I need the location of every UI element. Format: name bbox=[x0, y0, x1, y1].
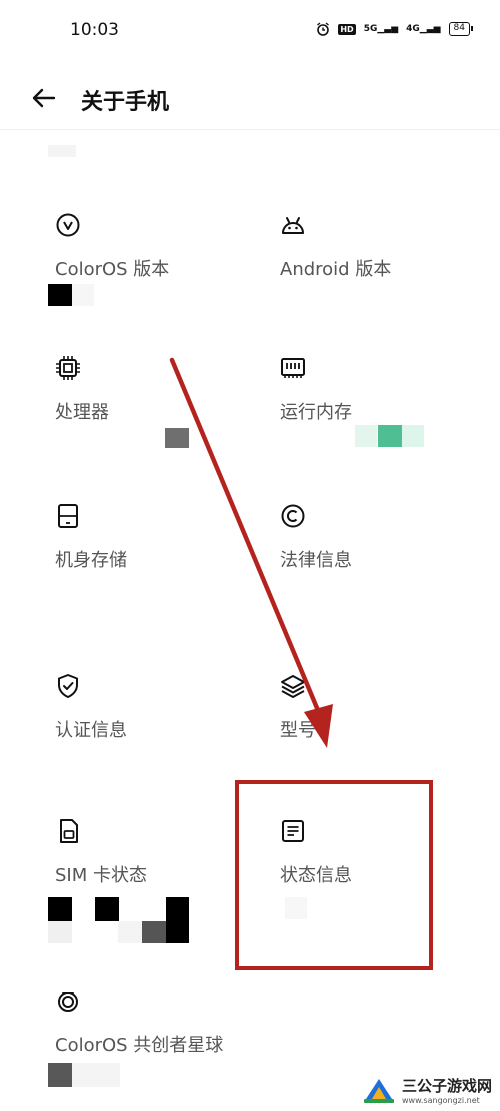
tile-label: SIM 卡状态 bbox=[55, 865, 147, 886]
status-icons: HD 5G▁▃▅ 4G▁▃▅ 84 bbox=[316, 22, 474, 36]
tile-label: 机身存储 bbox=[55, 550, 127, 571]
v-circle-icon bbox=[56, 213, 80, 237]
redacted-value bbox=[48, 284, 72, 306]
tile-legal[interactable]: 法律信息 bbox=[280, 503, 480, 572]
tile-label: 型号 bbox=[280, 720, 316, 741]
redacted-value bbox=[72, 1063, 120, 1087]
copyright-icon bbox=[281, 504, 305, 528]
watermark-logo-icon bbox=[363, 1079, 394, 1103]
planet-icon bbox=[58, 992, 78, 1012]
tile-label: 运行内存 bbox=[280, 402, 352, 423]
redacted-value bbox=[48, 897, 72, 921]
layers-icon bbox=[281, 675, 305, 698]
tile-sim-status[interactable]: SIM 卡状态 bbox=[55, 818, 255, 887]
signal-4g-icon: 4G▁▃▅ bbox=[406, 24, 441, 34]
tile-coloros-version[interactable]: ColorOS 版本 bbox=[55, 212, 255, 281]
watermark-title: 三公子游戏网 bbox=[401, 1077, 492, 1095]
status-time: 10:03 bbox=[70, 20, 119, 40]
status-bar: 10:03 HD 5G▁▃▅ 4G▁▃▅ 84 bbox=[0, 0, 500, 62]
sim-card-icon bbox=[60, 819, 78, 843]
redacted-value bbox=[48, 921, 72, 943]
hd-icon: HD bbox=[338, 23, 356, 35]
storage-icon bbox=[58, 504, 78, 528]
tile-label: 处理器 bbox=[55, 402, 109, 423]
app-header: 关于手机 bbox=[0, 70, 500, 130]
tile-coloros-cocreate[interactable]: ColorOS 共创者星球 bbox=[55, 988, 315, 1057]
redacted-value bbox=[378, 425, 402, 447]
redacted-value bbox=[142, 921, 166, 943]
alarm-icon bbox=[317, 22, 330, 36]
memory-icon bbox=[281, 358, 305, 378]
tile-label: ColorOS 版本 bbox=[55, 259, 170, 280]
tile-label: 认证信息 bbox=[55, 720, 127, 741]
watermark-url: www.sangongzi.net bbox=[401, 1096, 480, 1105]
tile-storage[interactable]: 机身存储 bbox=[55, 503, 255, 572]
signal-5g-icon: 5G▁▃▅ bbox=[363, 24, 399, 34]
back-arrow-icon[interactable] bbox=[28, 82, 60, 114]
shield-check-icon bbox=[58, 674, 78, 698]
tile-model[interactable]: 型号 bbox=[280, 673, 480, 742]
scrolled-remnant bbox=[48, 145, 76, 157]
redacted-value bbox=[166, 897, 189, 943]
page-title: 关于手机 bbox=[81, 90, 170, 115]
redacted-value bbox=[165, 428, 189, 448]
redacted-value bbox=[355, 425, 377, 447]
redacted-value bbox=[95, 897, 119, 921]
redacted-value bbox=[118, 921, 142, 943]
site-watermark: 三公子游戏网 www.sangongzi.net bbox=[362, 1075, 492, 1105]
redacted-value bbox=[72, 284, 94, 306]
signal-4g-label: 4G bbox=[406, 24, 420, 34]
chip-icon bbox=[56, 356, 80, 380]
battery-icon: 84 bbox=[448, 22, 474, 36]
tile-certification[interactable]: 认证信息 bbox=[55, 673, 255, 742]
redacted-value bbox=[48, 1063, 72, 1087]
signal-5g-label: 5G bbox=[363, 24, 378, 34]
tile-label: 法律信息 bbox=[280, 550, 352, 571]
tile-processor[interactable]: 处理器 bbox=[55, 355, 255, 424]
tile-label: Android 版本 bbox=[280, 259, 392, 280]
annotation-highlight-box bbox=[235, 780, 433, 970]
tile-ram[interactable]: 运行内存 bbox=[280, 355, 480, 424]
tile-label: ColorOS 共创者星球 bbox=[55, 1035, 224, 1056]
android-icon bbox=[282, 217, 304, 234]
redacted-value bbox=[402, 425, 424, 447]
tile-android-version[interactable]: Android 版本 bbox=[280, 212, 480, 281]
